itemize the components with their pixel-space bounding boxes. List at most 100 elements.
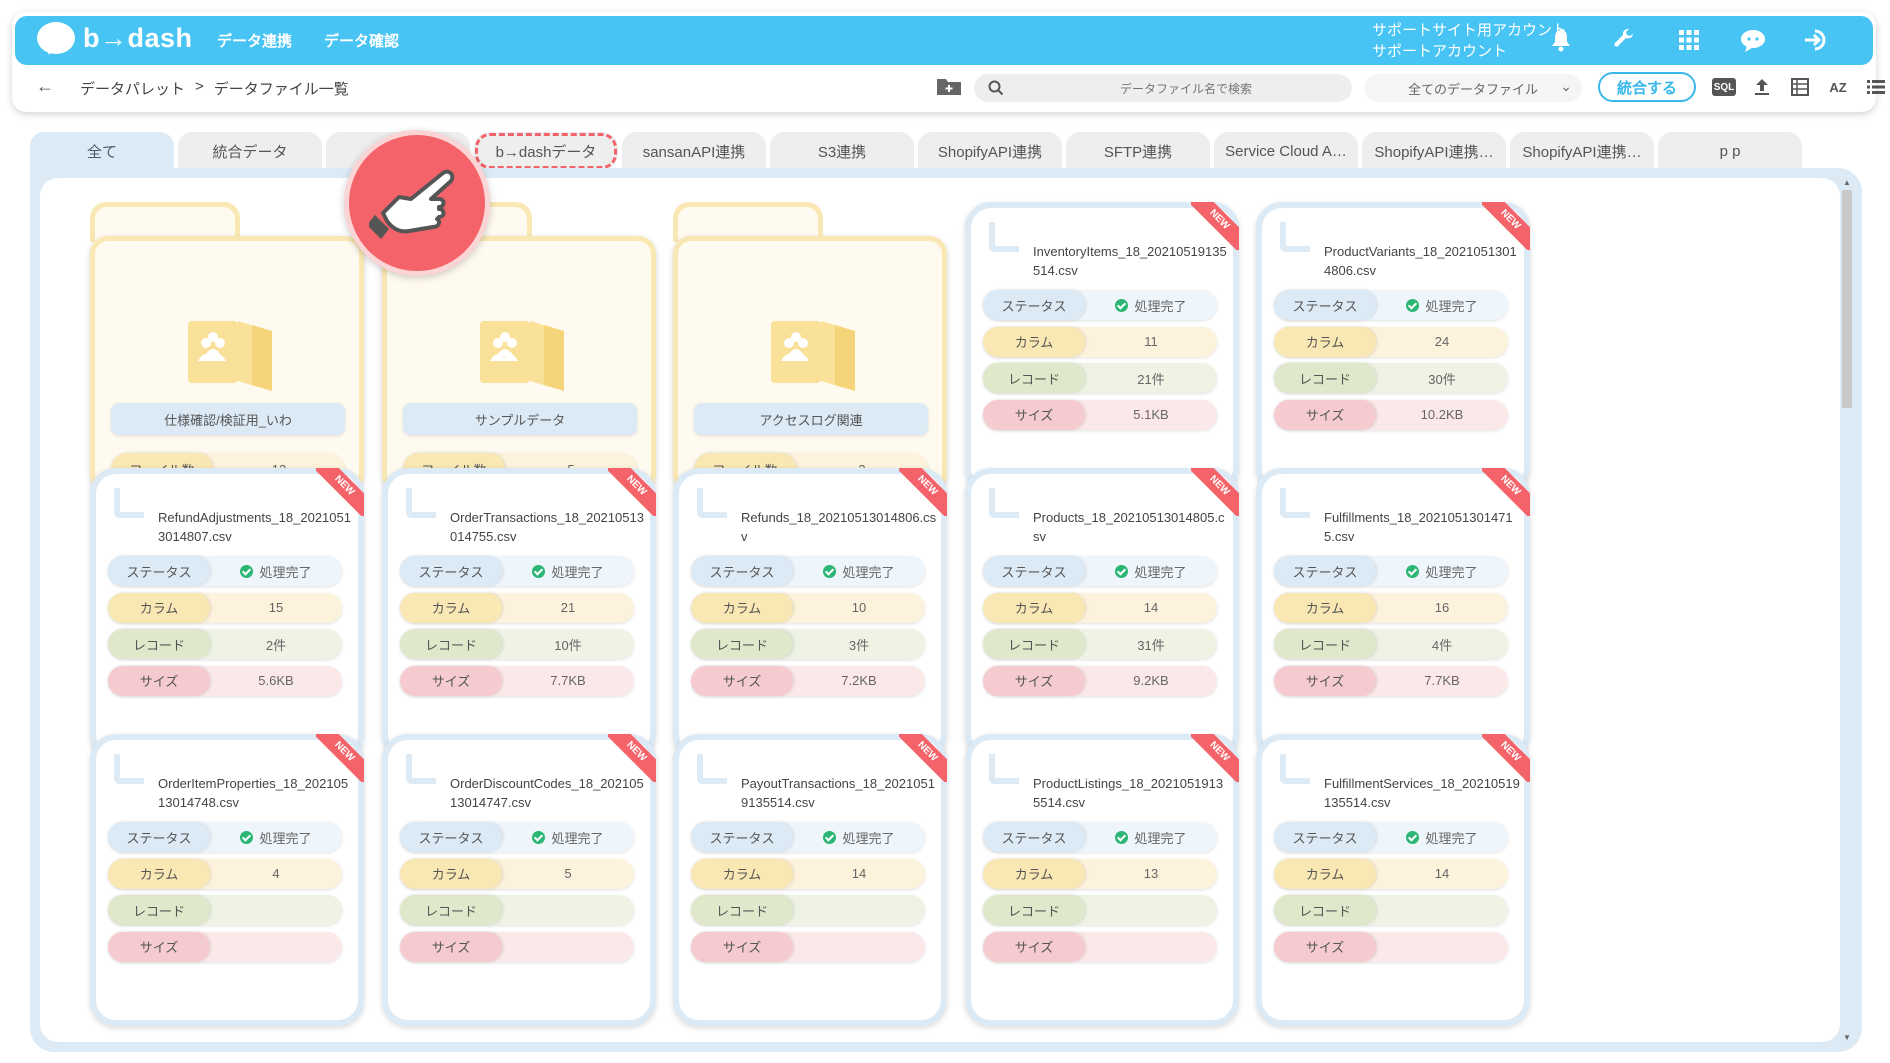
data-file-card[interactable]: NEW Products_18_20210513014805.csv ステータス 処理… — [965, 468, 1239, 760]
grid-icon[interactable] — [1673, 24, 1705, 56]
table-view-icon[interactable] — [1788, 76, 1812, 98]
check-circle-icon — [1406, 298, 1420, 312]
record-label: レコード — [691, 629, 793, 659]
file-corner-icon — [406, 754, 436, 784]
column-value: 13 — [1085, 859, 1217, 889]
scroll-down-icon[interactable]: ▼ — [1843, 1033, 1851, 1042]
record-value: 4件 — [1376, 629, 1508, 659]
status-label: ステータス — [983, 556, 1085, 586]
folder-add-icon[interactable] — [936, 76, 962, 96]
status-value-text: 処理完了 — [1425, 564, 1478, 580]
back-arrow-icon[interactable]: ← — [36, 76, 54, 97]
tab-sansan-api[interactable]: sansanAPI連携 — [622, 132, 766, 170]
nav-data-check[interactable]: データ確認 — [324, 30, 399, 51]
nav-data-integration[interactable]: データ連携 — [217, 30, 292, 51]
wrench-icon[interactable] — [1609, 24, 1641, 56]
record-value-text: 10件 — [554, 637, 582, 653]
upload-icon[interactable] — [1750, 76, 1774, 98]
scrollbar[interactable]: ▲ ▼ — [1840, 178, 1854, 1042]
column-row: カラム 24 — [1274, 326, 1508, 357]
check-circle-icon — [823, 830, 837, 844]
data-file-card[interactable]: NEW OrderDiscountCodes_18_20210513014747.… — [382, 734, 656, 1026]
scrollbar-thumb[interactable] — [1842, 190, 1852, 408]
status-row: ステータス 処理完了 — [1274, 556, 1508, 586]
bell-icon[interactable] — [1545, 24, 1577, 56]
logout-icon[interactable] — [1801, 24, 1833, 56]
column-row: カラム 4 — [108, 858, 342, 889]
data-file-card[interactable]: NEW PayoutTransactions_18_20210519135514.… — [673, 734, 947, 1026]
card-grid: 仕様確認/検証用_いわファイル数12サンプルデータファイル数5アクセスログ関連フ… — [40, 178, 1840, 1042]
column-value-text: 16 — [1434, 600, 1450, 615]
sort-az-icon[interactable]: AZ — [1826, 76, 1850, 98]
scroll-up-icon[interactable]: ▲ — [1843, 178, 1851, 187]
folder-name: 仕様確認/検証用_いわ — [111, 403, 345, 435]
size-label: サイズ — [108, 931, 210, 962]
column-value-text: 14 — [1143, 600, 1159, 615]
size-label: サイズ — [983, 665, 1085, 696]
tab-service-cloud[interactable]: Service Cloud A… — [1214, 132, 1358, 170]
tab-shopify-api[interactable]: ShopifyAPI連携 — [918, 132, 1062, 170]
list-view-icon[interactable] — [1864, 76, 1888, 98]
record-label: レコード — [691, 895, 793, 925]
record-row: レコード 31件 — [983, 629, 1217, 659]
record-value: 3件 — [793, 629, 925, 659]
pointer-hand-annotation — [344, 130, 490, 276]
size-value-text: 5.1KB — [1133, 407, 1169, 422]
size-row: サイズ 9.2KB — [983, 665, 1217, 696]
record-label: レコード — [400, 895, 502, 925]
account-site: サポートサイト用アカウント — [1372, 22, 1568, 39]
tab-merged-data[interactable]: 統合データ — [178, 132, 322, 170]
file-name: OrderItemProperties_18_20210513014748.cs… — [158, 776, 349, 810]
data-file-card[interactable]: NEW OrderItemProperties_18_20210513014748… — [90, 734, 364, 1026]
account-info[interactable]: サポートサイト用アカウント サポートアカウント — [1372, 20, 1567, 62]
folder-stack-icon — [188, 321, 272, 391]
tab-pp[interactable]: p p — [1658, 132, 1802, 170]
column-value-text: 14 — [1434, 866, 1450, 881]
size-value: 7.7KB — [502, 666, 634, 696]
column-row: カラム 14 — [1274, 858, 1508, 889]
data-file-card[interactable]: NEW Fulfillments_18_20210513014715.csv ステー… — [1256, 468, 1530, 760]
column-label: カラム — [983, 858, 1085, 889]
search-input[interactable] — [1024, 78, 1348, 100]
file-name: ProductVariants_18_20210513014806.csv — [1324, 244, 1517, 278]
sql-icon[interactable]: SQL — [1712, 78, 1736, 96]
record-value — [793, 895, 925, 925]
folder-card[interactable]: アクセスログ関連ファイル数3 — [673, 202, 947, 492]
tab-sftp[interactable]: SFTP連携 — [1066, 132, 1210, 170]
data-file-card[interactable]: NEW RefundAdjustments_18_20210513014807.c… — [90, 468, 364, 760]
record-label: レコード — [983, 629, 1085, 659]
record-value-text: 2件 — [265, 637, 287, 653]
breadcrumb-root[interactable]: データパレット — [80, 78, 185, 99]
column-label: カラム — [400, 858, 502, 889]
tab-shopify-api-2[interactable]: ShopifyAPI連携… — [1362, 132, 1506, 170]
file-filter-select[interactable]: 全てのデータファイル ⌄ — [1364, 74, 1582, 102]
data-file-card[interactable]: NEW Refunds_18_20210513014806.csv ステータス 処理完… — [673, 468, 947, 760]
brand-logo[interactable]: b→dash — [37, 22, 193, 55]
chat-icon[interactable] — [1737, 24, 1769, 56]
folder-card[interactable]: 仕様確認/検証用_いわファイル数12 — [90, 202, 364, 492]
data-file-card[interactable]: NEW ProductVariants_18_20210513014806.csv… — [1256, 202, 1530, 494]
tab-bdash-data[interactable]: b→dashデータ — [474, 132, 618, 170]
status-row: ステータス 処理完了 — [1274, 822, 1508, 852]
column-value-text: 10 — [851, 600, 867, 615]
status-label: ステータス — [983, 822, 1085, 852]
record-row: レコード 3件 — [691, 629, 925, 659]
column-label: カラム — [1274, 592, 1376, 623]
file-corner-icon — [697, 488, 727, 518]
tab-shopify-api-3[interactable]: ShopifyAPI連携… — [1510, 132, 1654, 170]
file-corner-icon — [989, 754, 1019, 784]
status-value: 処理完了 — [793, 556, 925, 586]
tab-all[interactable]: 全て — [30, 132, 174, 170]
size-value: 7.7KB — [1376, 666, 1508, 696]
record-row: レコード — [691, 895, 925, 925]
size-row: サイズ — [691, 931, 925, 962]
data-file-card[interactable]: NEW FulfillmentServices_18_20210519135514… — [1256, 734, 1530, 1026]
data-file-card[interactable]: NEW ProductListings_18_20210519135514.csv… — [965, 734, 1239, 1026]
tab-s3[interactable]: S3連携 — [770, 132, 914, 170]
merge-button[interactable]: 統合する — [1598, 72, 1696, 102]
data-file-card[interactable]: NEW OrderTransactions_18_20210513014755.c… — [382, 468, 656, 760]
record-row: レコード 2件 — [108, 629, 342, 659]
column-label: カラム — [983, 592, 1085, 623]
data-file-card[interactable]: NEW InventoryItems_18_20210519135514.csv ス… — [965, 202, 1239, 494]
size-label: サイズ — [983, 931, 1085, 962]
